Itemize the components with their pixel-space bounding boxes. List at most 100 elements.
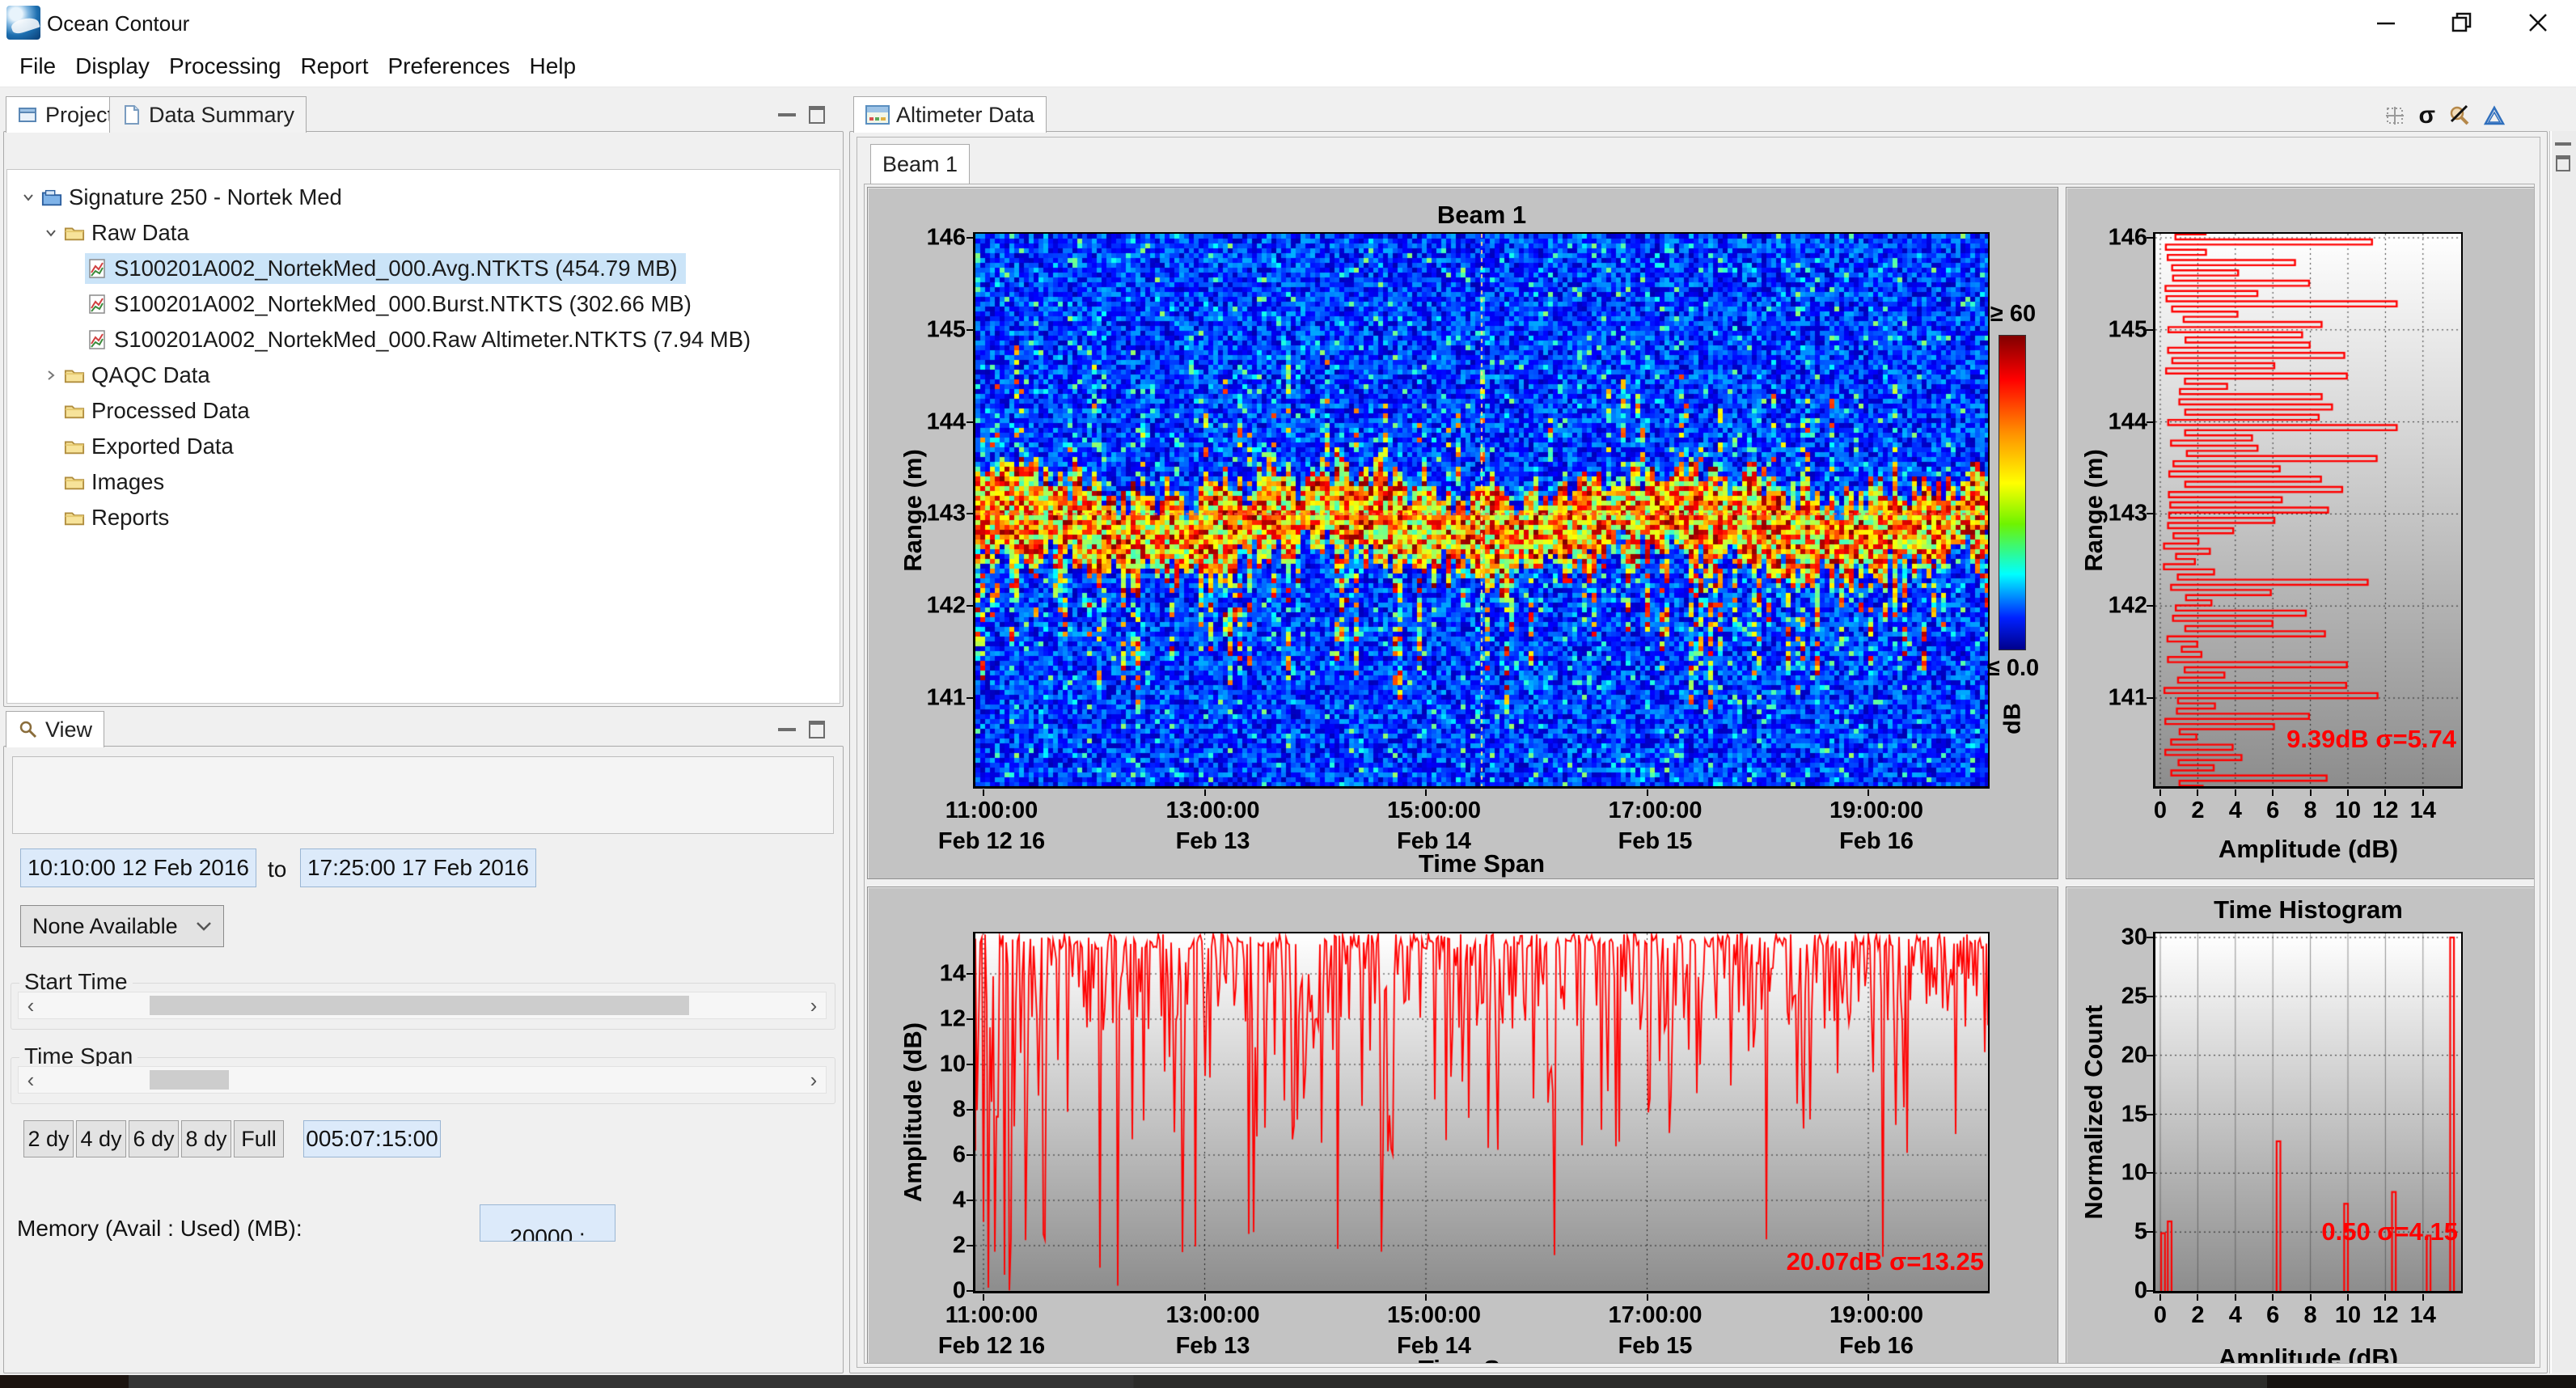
dataset-dropdown[interactable]: None Available <box>20 905 224 947</box>
start-time-slider-thumb[interactable] <box>150 996 689 1015</box>
panel-minimize-icon[interactable] <box>2555 142 2571 146</box>
menu-help[interactable]: Help <box>519 53 586 79</box>
profile-plot-area[interactable] <box>2153 232 2463 789</box>
tree-item[interactable]: Reports <box>7 500 840 535</box>
beam1-title: Beam 1 <box>1437 201 1526 230</box>
delta-icon[interactable] <box>2484 105 2505 126</box>
view-empty-listbox[interactable] <box>12 756 834 834</box>
zoom-slash-icon[interactable] <box>2448 104 2471 127</box>
tick-mark <box>967 1245 973 1246</box>
tree-item[interactable]: Signature 250 - Nortek Med <box>7 180 840 215</box>
minimize-button[interactable] <box>2348 0 2424 45</box>
panel-maximize-icon[interactable] <box>2556 155 2570 171</box>
tick-mark <box>2159 1294 2161 1301</box>
span-button-6-dy[interactable]: 6 dy <box>129 1120 179 1157</box>
tick-label: 11:00:00 <box>945 798 1038 824</box>
restore-button[interactable] <box>2424 0 2500 45</box>
panel-minimize-icon[interactable] <box>778 728 796 731</box>
tick-mark <box>967 1290 973 1292</box>
colorbar-max-label: ≥ 60 <box>1990 301 2036 328</box>
range-end-field[interactable]: 17:25:00 17 Feb 2016 <box>300 848 536 887</box>
tick-label: 19:00:00 <box>1829 1302 1923 1329</box>
tick-mark <box>2147 996 2153 997</box>
chevron-expanded-icon[interactable] <box>44 226 58 240</box>
menu-processing[interactable]: Processing <box>159 53 291 79</box>
tick-label: 12 <box>940 1006 966 1033</box>
tab-data-summary[interactable]: Data Summary <box>109 96 307 133</box>
span-button-2-dy[interactable]: 2 dy <box>23 1120 74 1157</box>
tab-data-summary-label: Data Summary <box>149 103 294 128</box>
profile-canvas[interactable] <box>2155 234 2461 786</box>
restore-icon <box>2451 11 2473 34</box>
tree-item[interactable]: Raw Data <box>7 215 840 251</box>
tick-label: 142 <box>2109 593 2147 620</box>
tick-mark <box>967 1200 973 1201</box>
tree-item[interactable]: Processed Data <box>7 393 840 429</box>
histogram-xlabel: Amplitude (dB) <box>2219 1344 2398 1364</box>
grid-icon[interactable] <box>2384 105 2405 126</box>
span-button-4-dy[interactable]: 4 dy <box>76 1120 126 1157</box>
span-button-full[interactable]: Full <box>234 1120 284 1157</box>
tick-mark <box>983 1294 984 1301</box>
menu-report[interactable]: Report <box>290 53 378 79</box>
tree-item[interactable]: S100201A002_NortekMed_000.Burst.NTKTS (3… <box>7 286 840 322</box>
tick-mark <box>2197 789 2198 796</box>
tick-mark <box>2147 237 2153 239</box>
slider-left-arrow-icon[interactable]: ‹ <box>19 992 43 1018</box>
tab-altimeter-data[interactable]: Altimeter Data <box>853 96 1047 133</box>
collapsed-sash[interactable] <box>2549 131 2576 1373</box>
tree-item-label: Images <box>91 469 164 495</box>
timeline-plot-area[interactable] <box>973 932 1990 1293</box>
memory-field[interactable]: 20000 : <box>480 1204 615 1242</box>
sigma-icon[interactable]: σ <box>2418 105 2435 126</box>
tab-beam-1[interactable]: Beam 1 <box>870 144 970 184</box>
tick-mark <box>967 1064 973 1065</box>
chevron-down-icon <box>196 920 212 932</box>
colorbar-min-label: ≤ 0.0 <box>1987 655 2039 682</box>
menu-preferences[interactable]: Preferences <box>379 53 520 79</box>
tick-label: 11:00:00 <box>945 1302 1038 1329</box>
slider-left-arrow-icon[interactable]: ‹ <box>19 1067 43 1093</box>
chevron-collapsed-icon[interactable] <box>44 368 58 383</box>
slider-right-arrow-icon[interactable]: › <box>802 992 826 1018</box>
tick-label: Feb 12 16 <box>938 1333 1045 1360</box>
tree-item-label: Reports <box>91 505 169 531</box>
tick-label: 8 <box>2304 798 2317 824</box>
profile-annotation: 9.39dB σ=5.74 <box>2286 725 2456 754</box>
beam1-heatmap-canvas[interactable] <box>975 234 1988 786</box>
time-span-slider[interactable]: ‹ › <box>18 1066 827 1094</box>
panel-maximize-icon[interactable] <box>809 721 825 738</box>
menu-file[interactable]: File <box>10 53 66 79</box>
tab-view[interactable]: View <box>6 711 104 747</box>
range-start-field[interactable]: 10:10:00 12 Feb 2016 <box>20 848 256 887</box>
beam1-plot-area[interactable] <box>973 232 1990 789</box>
tick-label: 12 <box>2372 798 2398 824</box>
time-span-slider-thumb[interactable] <box>150 1070 230 1090</box>
chevron-expanded-icon[interactable] <box>21 190 36 205</box>
slider-right-arrow-icon[interactable]: › <box>802 1067 826 1093</box>
tree-item[interactable]: Images <box>7 464 840 500</box>
panel-minimize-icon[interactable] <box>778 113 796 116</box>
tree-item[interactable]: S100201A002_NortekMed_000.Raw Altimeter.… <box>7 322 840 358</box>
tick-label: 141 <box>2109 685 2147 712</box>
start-time-slider[interactable]: ‹ › <box>18 992 827 1019</box>
tick-label: 143 <box>2109 501 2147 527</box>
span-value-field[interactable]: 005:07:15:00 <box>303 1120 441 1157</box>
menu-display[interactable]: Display <box>66 53 159 79</box>
tree-item[interactable]: QAQC Data <box>7 358 840 393</box>
start-time-group: Start Time ‹ › <box>11 983 835 1030</box>
tick-mark <box>2147 1055 2153 1056</box>
span-button-8-dy[interactable]: 8 dy <box>181 1120 231 1157</box>
timeline-canvas[interactable] <box>975 933 1988 1291</box>
app-title: Ocean Contour <box>47 11 189 36</box>
tick-label: 6 <box>2266 1302 2279 1329</box>
tick-label: 13:00:00 <box>1165 798 1259 824</box>
tick-mark <box>967 1018 973 1020</box>
tick-mark <box>2310 789 2312 796</box>
close-button[interactable] <box>2500 0 2576 45</box>
panel-maximize-icon[interactable] <box>809 106 825 124</box>
tree-item[interactable]: S100201A002_NortekMed_000.Avg.NTKTS (454… <box>7 251 840 286</box>
tick-label: 12 <box>2372 1302 2398 1329</box>
tree-item[interactable]: Exported Data <box>7 429 840 464</box>
tick-mark <box>967 421 973 423</box>
